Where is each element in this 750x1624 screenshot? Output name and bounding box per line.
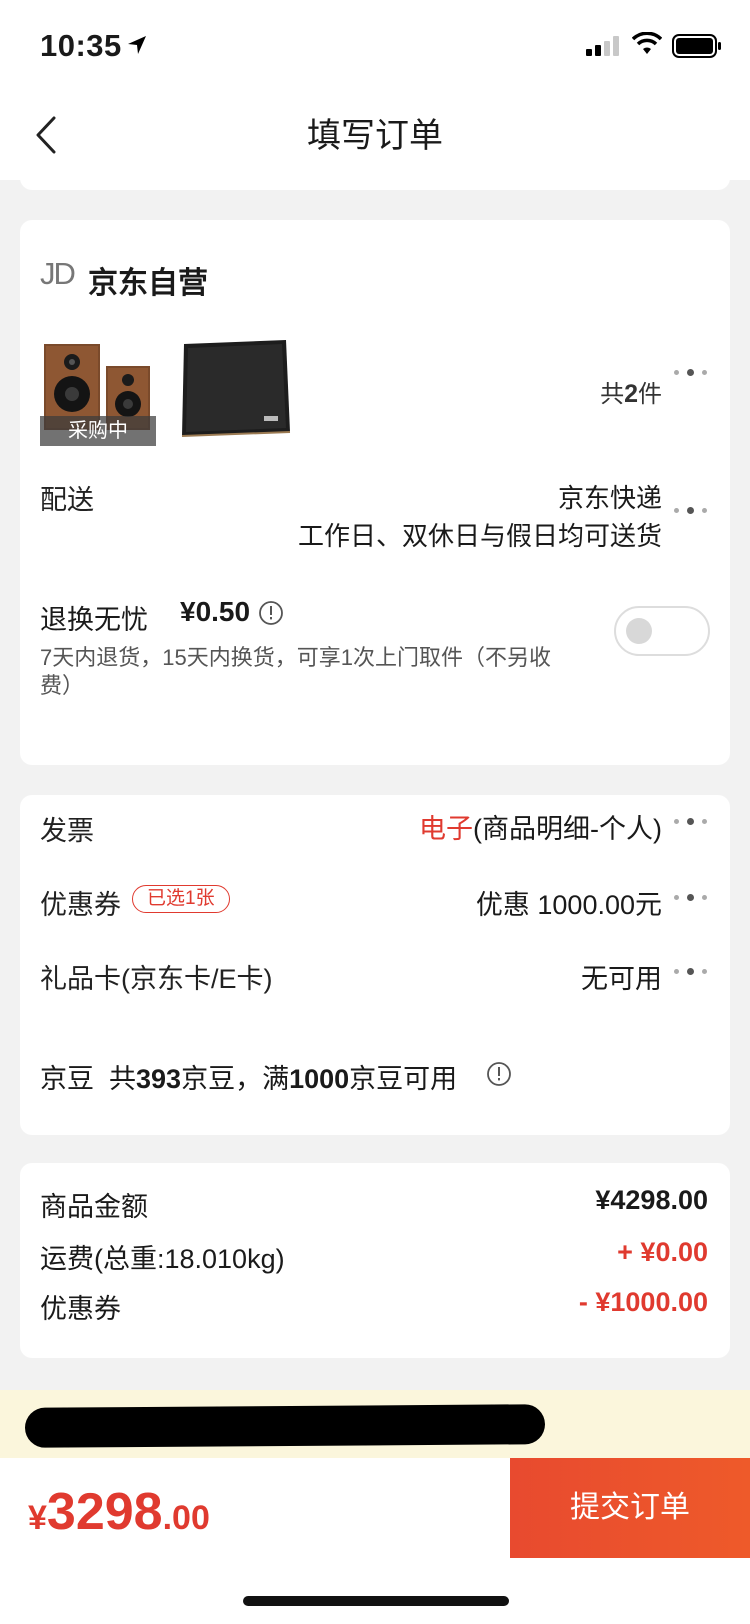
return-service-toggle[interactable] [614,606,710,656]
invoice-label: 发票 [40,816,94,846]
item-count[interactable]: 共2件 [600,374,662,409]
goods-amount-label: 商品金额 [40,1192,148,1222]
location-arrow-icon [128,36,146,54]
invoice-value[interactable]: 电子(商品明细-个人) [419,807,662,846]
total-price-integer: 3298 [46,1483,163,1541]
more-dots-icon[interactable] [672,891,708,905]
info-icon[interactable] [258,600,284,626]
item-count-value: 2 [624,380,638,408]
info-icon[interactable] [486,1061,512,1087]
gift-card-label: 礼品卡(京东卡/E卡) [40,964,273,994]
page-title: 填写订单 [307,117,443,155]
product-thumbnail-subwoofer[interactable] [178,336,296,442]
invoice-type-highlight: 电子 [419,814,474,844]
more-dots-icon[interactable] [672,504,708,518]
delivery-time[interactable]: 工作日、双休日与假日均可送货 [298,516,662,553]
delivery-method[interactable]: 京东快递 [558,478,662,515]
invoice-type-detail: (商品明细-个人) [473,814,662,844]
purchasing-badge: 采购中 [40,416,156,446]
coupon-selected-badge: 已选1张 [132,885,230,913]
more-dots-icon[interactable] [672,366,708,380]
return-service-price: ¥0.50 [180,596,251,627]
jd-beans-label: 京豆 [40,1064,94,1094]
wifi-icon [632,32,662,54]
status-bar: 10:35 [0,0,750,90]
product-thumbnail-speakers[interactable]: 采购中 [40,338,156,446]
goods-amount-value: ¥4298.00 [595,1185,708,1215]
subwoofer-icon [181,340,291,437]
total-price: ¥3298.00 [28,1483,210,1541]
jd-logo: JD [40,256,76,291]
status-time: 10:35 [40,28,122,63]
jd-beans-threshold: 1000 [289,1064,350,1094]
jd-beans-row: 京豆 共393京豆，满1000京豆可用 [40,1064,458,1094]
submit-order-button[interactable]: 提交订单 [510,1458,750,1558]
home-indicator [243,1596,509,1606]
battery-icon [672,34,721,58]
total-price-decimal: .00 [162,1499,210,1537]
coupon-discount-label: 优惠券 [40,1294,121,1324]
toggle-knob [626,618,652,644]
store-name: 京东自营 [88,267,208,300]
cellular-signal-icon [586,36,619,56]
shipping-label: 运费(总重:18.010kg) [40,1244,285,1274]
jd-beans-count: 393 [136,1064,182,1094]
more-dots-icon[interactable] [672,815,708,829]
redaction-mark [24,1404,546,1448]
delivery-label: 配送 [40,485,94,515]
checkout-bar: ¥3298.00 提交订单 [0,1458,750,1624]
return-service-description: 7天内退货，15天内换货，可享1次上门取件（不另收费） [40,645,551,698]
coupon-discount-value: - ¥1000.00 [578,1287,708,1317]
nav-bar: 填写订单 [0,90,750,180]
coupon-value[interactable]: 优惠 1000.00元 [476,883,662,922]
shipping-value: + ¥0.00 [617,1237,708,1267]
coupon-label: 优惠券 [40,890,121,920]
price-summary-card: 商品金额 ¥4298.00 运费(总重:18.010kg) + ¥0.00 优惠… [20,1163,730,1358]
store-card: JD 京东自营 采购中 共2件 配送 京东快递 工作日、双休日与假日均可送货 退… [20,220,730,765]
more-dots-icon[interactable] [672,965,708,979]
gift-card-value[interactable]: 无可用 [581,957,662,996]
address-card-bottom [20,172,730,190]
payment-options-card: 发票 电子(商品明细-个人) 优惠券 已选1张 优惠 1000.00元 礼品卡(… [20,795,730,1135]
return-service-title: 退换无忧 [40,605,148,635]
notice-bar [0,1390,750,1458]
